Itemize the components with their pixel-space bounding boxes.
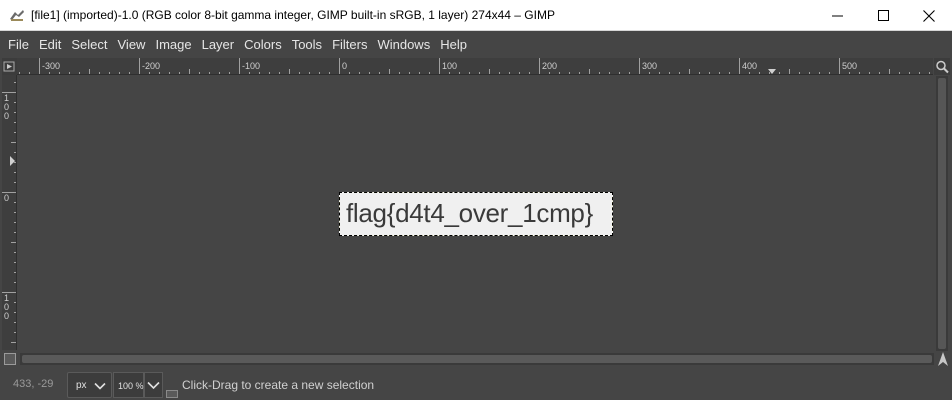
status-message: Click-Drag to create a new selection [182, 378, 375, 392]
maximize-button[interactable] [860, 0, 906, 31]
ruler-label: 0 [4, 311, 9, 321]
title-bar: [file1] (imported)-1.0 (RGB color 8-bit … [0, 0, 952, 31]
menu-bar: File Edit Select View Image Layer Colors… [0, 32, 952, 57]
quick-mask-toggle[interactable] [4, 353, 16, 365]
navigate-cross-icon [938, 352, 948, 366]
ruler-label: 0 [4, 193, 9, 203]
chevron-down-icon [147, 381, 160, 390]
image-layer[interactable]: flag{d4t4_over_1cmp} [339, 192, 613, 236]
vertical-scrollbar[interactable] [936, 76, 948, 351]
gimp-window: [file1] (imported)-1.0 (RGB color 8-bit … [0, 0, 952, 400]
ruler-label: 300 [642, 61, 657, 71]
close-icon [923, 9, 935, 22]
ruler-label: -200 [142, 61, 160, 71]
window-title: [file1] (imported)-1.0 (RGB color 8-bit … [31, 8, 555, 22]
ruler-label: 100 [442, 61, 457, 71]
zoom-image-when-window-resized-button[interactable] [934, 58, 950, 75]
minimize-icon [831, 15, 843, 17]
close-button[interactable] [906, 0, 952, 31]
ruler-label: 200 [542, 61, 557, 71]
menu-help[interactable]: Help [435, 34, 472, 56]
image-menu-button[interactable] [2, 58, 17, 75]
ruler-label: 0 [342, 61, 347, 71]
horizontal-scrollbar-thumb[interactable] [22, 355, 932, 363]
image-text-content: flag{d4t4_over_1cmp} [346, 198, 593, 228]
horizontal-ruler[interactable]: -300 -200 -100 0 100 200 300 400 500 [17, 58, 933, 75]
status-bar: 433, -29 px 100 % Click-Drag to create a… [0, 368, 952, 400]
ruler-label: 0 [4, 111, 9, 121]
zoom-dropdown-button[interactable] [144, 372, 163, 398]
ruler-pointer-marker [10, 156, 15, 166]
menu-image[interactable]: Image [150, 34, 196, 56]
menu-select[interactable]: Select [66, 34, 112, 56]
menu-windows[interactable]: Windows [372, 34, 435, 56]
maximize-icon [877, 10, 889, 21]
ruler-label: 400 [742, 61, 757, 71]
menu-filters[interactable]: Filters [327, 34, 372, 56]
unit-value: px [76, 380, 87, 391]
menu-tools[interactable]: Tools [287, 34, 327, 56]
menu-edit[interactable]: Edit [34, 34, 66, 56]
ruler-label: 500 [842, 61, 857, 71]
triangle-right-icon [3, 61, 15, 72]
navigate-image-button[interactable] [936, 351, 950, 367]
gimp-wilber-icon [10, 10, 24, 21]
menu-colors[interactable]: Colors [239, 34, 287, 56]
ruler-label: -300 [42, 61, 60, 71]
image-canvas[interactable]: flag{d4t4_over_1cmp} [17, 76, 933, 351]
zoom-input[interactable]: 100 % [113, 372, 144, 398]
magnifier-icon [936, 60, 949, 74]
vertical-scrollbar-thumb[interactable] [938, 78, 946, 349]
unit-selector[interactable]: px [67, 372, 112, 398]
menu-file[interactable]: File [3, 34, 34, 56]
menu-view[interactable]: View [113, 34, 151, 56]
horizontal-scrollbar[interactable] [20, 353, 934, 365]
cancel-operation-button[interactable] [166, 390, 178, 398]
ruler-label: -100 [242, 61, 260, 71]
chevron-down-icon [94, 382, 106, 390]
menu-layer[interactable]: Layer [197, 34, 240, 56]
zoom-value: 100 % [118, 381, 144, 391]
pointer-coordinates: 433, -29 [13, 378, 54, 390]
vertical-ruler[interactable]: 1000100 [2, 75, 17, 350]
minimize-button[interactable] [814, 0, 860, 31]
